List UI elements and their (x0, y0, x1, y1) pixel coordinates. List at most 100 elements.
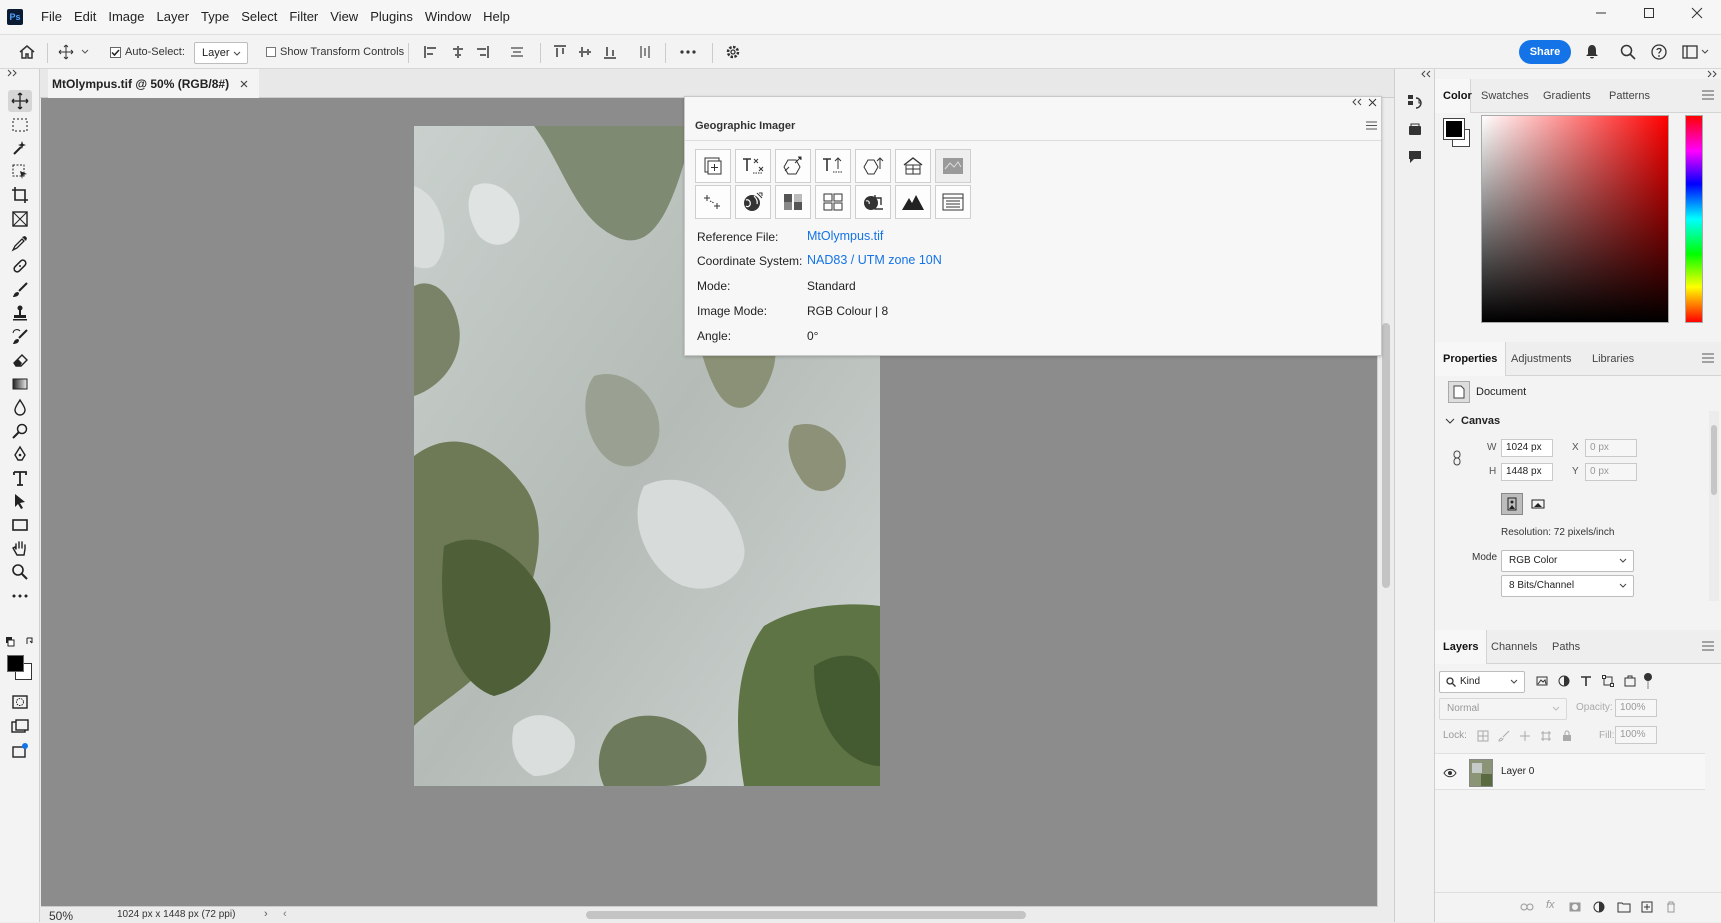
geo-export-text-icon[interactable] (815, 149, 851, 183)
menu-plugins[interactable]: Plugins (364, 0, 419, 34)
lock-artboard-icon[interactable] (1540, 730, 1552, 742)
generative-icon[interactable] (8, 740, 32, 762)
panel-menu-icon[interactable] (1366, 121, 1377, 130)
portrait-orientation-icon[interactable] (1501, 493, 1523, 515)
status-chevron-icon[interactable]: › (264, 908, 268, 920)
bell-icon[interactable] (1585, 42, 1599, 62)
menu-image[interactable]: Image (102, 0, 150, 34)
canvas-section-header[interactable]: Canvas (1445, 415, 1500, 427)
bit-depth-dropdown[interactable]: 8 Bits/Channel (1501, 575, 1634, 597)
search-icon[interactable] (1620, 42, 1636, 62)
layers-panel-menu-icon[interactable] (1702, 641, 1714, 651)
mosaic-icon[interactable] (895, 149, 931, 183)
menu-window[interactable]: Window (419, 0, 477, 34)
filter-image-icon[interactable] (1536, 675, 1548, 687)
dodge-tool[interactable] (8, 420, 32, 442)
fill-field[interactable]: 100% (1615, 726, 1657, 744)
align-bottom-icon[interactable] (603, 42, 617, 62)
geo-export-icon[interactable] (855, 149, 891, 183)
collapse-toolbar-icon[interactable] (6, 69, 34, 77)
geo-crop-icon[interactable] (695, 185, 731, 219)
new-adjustment-icon[interactable] (1593, 901, 1605, 913)
show-transform-checkbox[interactable]: Show Transform Controls (266, 42, 404, 62)
menu-file[interactable]: File (35, 0, 68, 34)
gradient-tool[interactable] (8, 373, 32, 395)
auto-select-target-dropdown[interactable]: Layer (194, 42, 248, 64)
eye-icon[interactable] (1443, 768, 1457, 778)
color-panel-menu-icon[interactable] (1702, 90, 1714, 100)
properties-panel-menu-icon[interactable] (1702, 353, 1714, 363)
minimize-button[interactable] (1577, 0, 1625, 26)
move-tool[interactable] (8, 90, 32, 112)
filter-type-icon[interactable] (1580, 675, 1592, 687)
blur-tool[interactable] (8, 396, 32, 418)
filter-toggle-icon[interactable] (1642, 672, 1654, 690)
blend-mode-dropdown[interactable]: Normal (1439, 698, 1567, 720)
help-icon[interactable] (1651, 42, 1667, 62)
reference-file-link[interactable]: MtOlympus.tif (807, 229, 883, 243)
landscape-orientation-icon[interactable] (1527, 493, 1549, 515)
add-mask-icon[interactable] (1569, 902, 1581, 912)
brush-tool[interactable] (8, 279, 32, 301)
swap-colors-icon[interactable] (5, 636, 35, 648)
metadata-table-icon[interactable] (935, 185, 971, 219)
zoom-tool[interactable] (8, 561, 32, 583)
menu-select[interactable]: Select (235, 0, 283, 34)
menu-filter[interactable]: Filter (283, 0, 324, 34)
libraries-panel-icon[interactable] (1407, 121, 1423, 137)
canvas-x-field[interactable]: 0 px (1585, 439, 1637, 457)
opacity-field[interactable]: 100% (1615, 699, 1657, 717)
tab-adjustments[interactable]: Adjustments (1503, 342, 1580, 376)
distribute-vertical-icon[interactable] (638, 42, 652, 62)
marquee-tool[interactable] (8, 114, 32, 136)
menu-layer[interactable]: Layer (151, 0, 196, 34)
tab-color[interactable]: Color (1435, 79, 1472, 113)
filter-shape-icon[interactable] (1602, 675, 1614, 687)
scroll-left-icon[interactable]: ‹ (283, 908, 287, 920)
canvas-width-field[interactable]: 1024 px (1501, 439, 1553, 457)
filter-smart-object-icon[interactable] (1624, 675, 1636, 687)
auto-select-checkbox[interactable]: Auto-Select: (110, 42, 185, 62)
close-window-button[interactable] (1673, 0, 1721, 26)
quick-mask-icon[interactable] (8, 691, 32, 713)
edit-toolbar-icon[interactable] (8, 585, 32, 607)
document-tab[interactable]: MtOlympus.tif @ 50% (RGB/8#) (48, 69, 260, 98)
layer-filter-dropdown[interactable]: Kind (1439, 671, 1525, 693)
lock-all-icon[interactable] (1561, 730, 1573, 742)
geo-transform-icon[interactable] (775, 149, 811, 183)
tab-libraries[interactable]: Libraries (1584, 342, 1642, 376)
globe-icon[interactable] (735, 185, 771, 219)
globe-crop-icon[interactable] (855, 185, 891, 219)
new-layer-icon[interactable] (1641, 901, 1653, 913)
tab-swatches[interactable]: Swatches (1473, 79, 1537, 113)
tab-properties[interactable]: Properties (1435, 342, 1507, 376)
coordinate-system-link[interactable]: NAD83 / UTM zone 10N (807, 253, 942, 267)
eraser-tool[interactable] (8, 349, 32, 371)
hue-slider[interactable] (1685, 115, 1703, 323)
expand-panels-icon[interactable] (1421, 70, 1431, 78)
move-tool-icon[interactable] (58, 42, 92, 62)
link-layers-icon[interactable] (1520, 902, 1534, 912)
canvas-y-field[interactable]: 0 px (1585, 463, 1637, 481)
color-picker-field[interactable] (1481, 115, 1669, 323)
object-select-icon[interactable] (8, 161, 32, 183)
properties-scrollbar[interactable] (1709, 411, 1719, 601)
home-icon[interactable] (18, 42, 36, 62)
path-selection-tool[interactable] (8, 490, 32, 512)
geo-import-icon[interactable] (695, 149, 731, 183)
foreground-background-swatch[interactable] (6, 653, 36, 683)
tab-channels[interactable]: Channels (1483, 630, 1545, 664)
align-center-icon[interactable] (451, 42, 465, 62)
color-mode-dropdown[interactable]: RGB Color (1501, 550, 1634, 572)
close-tab-icon[interactable] (239, 79, 249, 89)
zoom-level[interactable]: 50% (49, 909, 73, 923)
horizontal-scrollbar-thumb[interactable] (586, 911, 1026, 919)
menu-type[interactable]: Type (195, 0, 235, 34)
collapse-right-panels-icon[interactable] (1707, 70, 1717, 78)
collapse-panel-icon[interactable] (1351, 98, 1363, 106)
more-options-icon[interactable] (680, 42, 696, 62)
maximize-button[interactable] (1625, 0, 1673, 26)
distribute-icon[interactable] (510, 42, 524, 62)
new-group-icon[interactable] (1617, 901, 1631, 913)
workspace-icon[interactable] (1682, 42, 1712, 62)
